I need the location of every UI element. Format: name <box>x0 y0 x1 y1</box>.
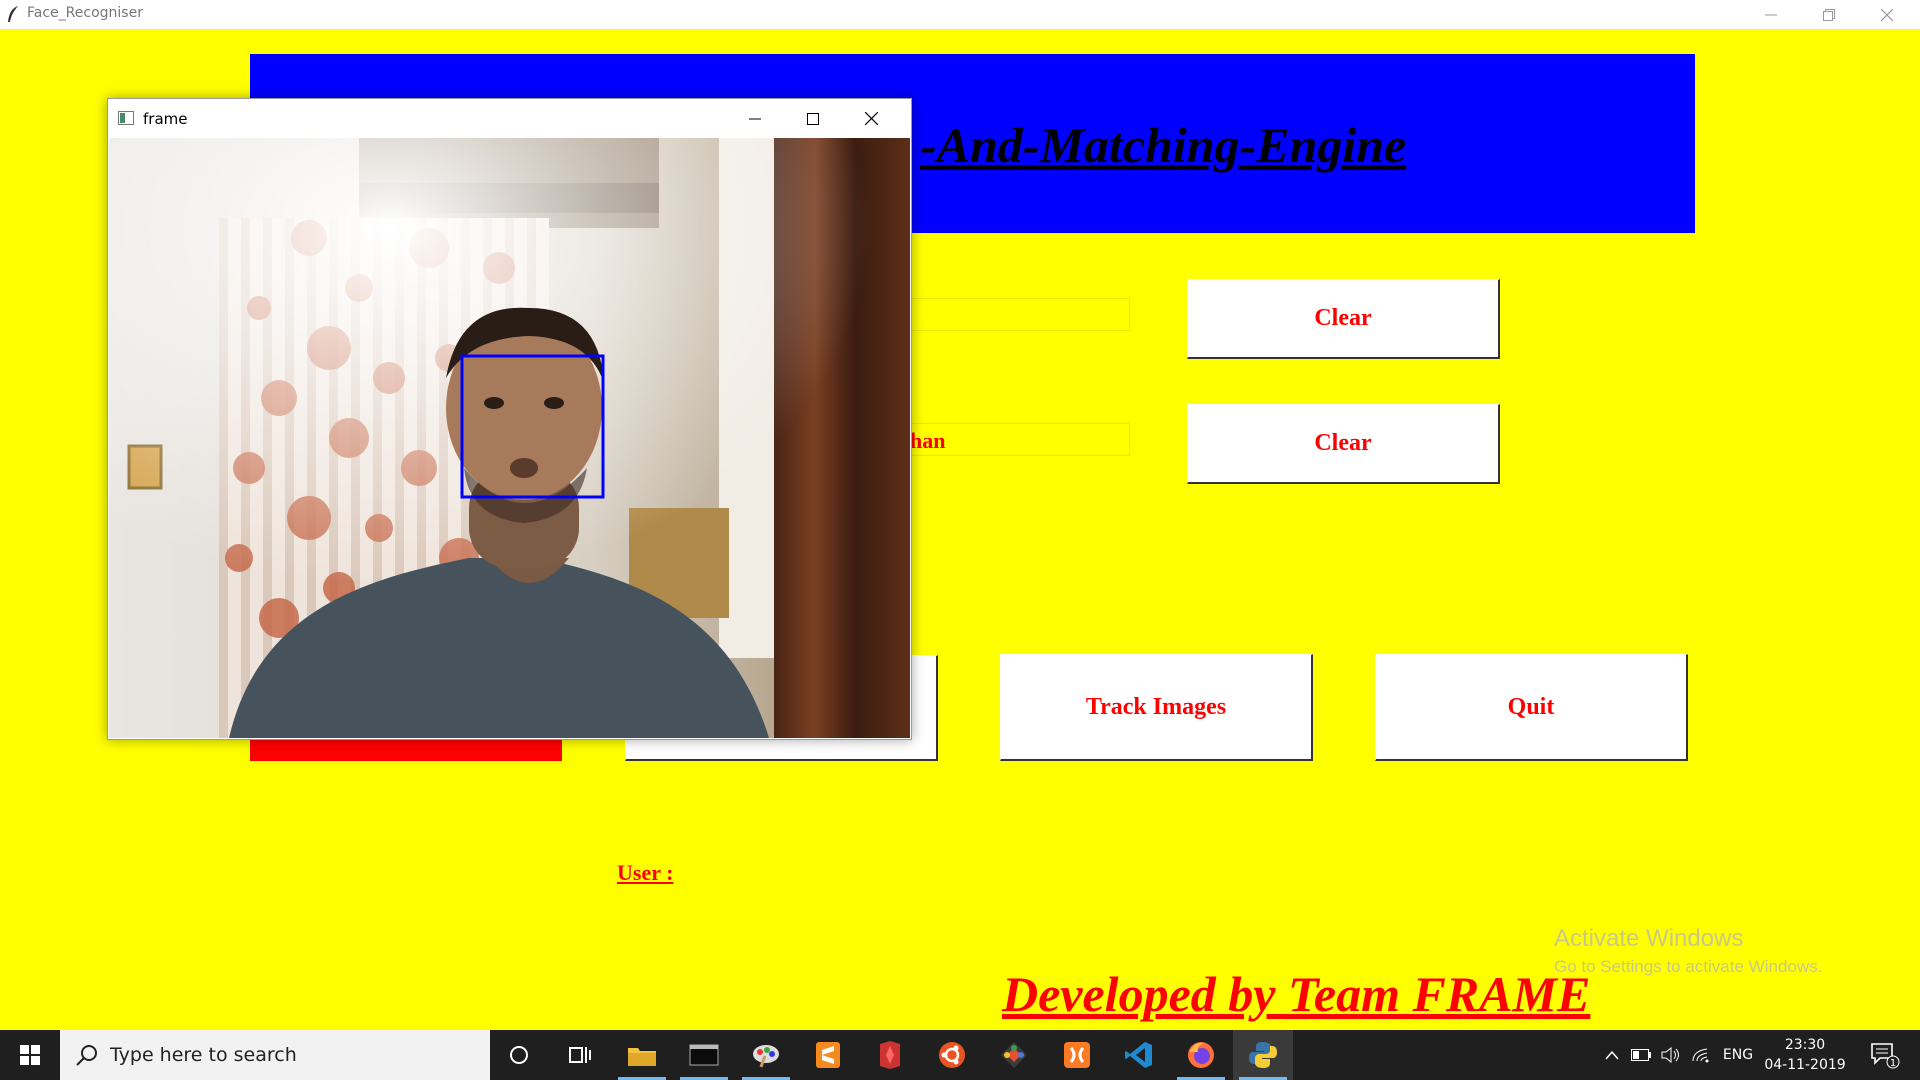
restore-button[interactable] <box>1800 0 1858 29</box>
close-button[interactable] <box>1858 0 1916 29</box>
firefox-icon <box>1188 1042 1214 1068</box>
clock-time: 23:30 <box>1784 1037 1826 1053</box>
wifi-icon <box>1692 1048 1709 1063</box>
search-icon <box>76 1045 97 1066</box>
taskbar-vscode[interactable] <box>1109 1030 1169 1080</box>
notification-count: 1 <box>1890 1058 1896 1069</box>
close-icon <box>864 112 878 125</box>
search-placeholder: Type here to search <box>110 1044 297 1066</box>
quit-button[interactable]: Quit <box>1375 654 1688 761</box>
clear-id-button[interactable]: Clear <box>1187 279 1500 359</box>
developer-credit: Developed by Team FRAME <box>1002 966 1591 1022</box>
tray-volume[interactable] <box>1656 1030 1686 1080</box>
vscode-icon <box>1125 1042 1152 1068</box>
activate-line-2: Go to Settings to activate Windows. <box>1554 957 1823 976</box>
window-titlebar: Face_Recogniser <box>0 0 1920 29</box>
cortana-icon <box>510 1046 528 1064</box>
maximize-icon <box>807 112 819 125</box>
close-icon <box>1881 8 1893 21</box>
track-images-button[interactable]: Track Images <box>1000 654 1313 761</box>
frame-title: frame <box>143 110 188 128</box>
taskbar-gitkraken[interactable] <box>860 1030 920 1080</box>
taskbar-terminal[interactable] <box>674 1030 734 1080</box>
clear-name-button[interactable]: Clear <box>1187 404 1500 484</box>
taskbar-cortana[interactable] <box>489 1030 549 1080</box>
feather-icon <box>8 6 18 22</box>
activate-line-1: Activate Windows <box>1554 925 1744 952</box>
action-center-button[interactable]: 1 <box>1860 1030 1910 1080</box>
tray-clock[interactable]: 23:30 04-11-2019 <box>1760 1035 1850 1075</box>
restore-icon <box>1823 8 1835 21</box>
frame-close-button[interactable] <box>842 99 900 138</box>
window-app-icon <box>118 111 134 125</box>
sublime-text-icon <box>816 1042 840 1068</box>
minimize-icon <box>1765 14 1777 15</box>
red-status-bar <box>250 738 562 761</box>
id-entry[interactable] <box>905 298 1130 331</box>
taskbar-file-explorer[interactable] <box>612 1030 672 1080</box>
paint-icon <box>753 1045 779 1068</box>
user-label: User : <box>617 860 674 885</box>
activate-windows-watermark: Activate Windows Go to Settings to activ… <box>1554 925 1822 977</box>
webcam-image <box>109 138 910 738</box>
task-view-icon <box>569 1047 591 1063</box>
windows-logo-icon <box>20 1045 40 1065</box>
taskbar-search[interactable]: Type here to search <box>60 1030 490 1080</box>
clock-date: 04-11-2019 <box>1764 1057 1846 1073</box>
frame-window[interactable]: frame <box>107 98 912 740</box>
taskbar-ubuntu[interactable] <box>922 1030 982 1080</box>
notification-icon: 1 <box>1871 1043 1900 1069</box>
name-entry-value: han <box>910 428 946 453</box>
chevron-up-icon <box>1605 1050 1619 1060</box>
taskbar-xampp[interactable] <box>1047 1030 1107 1080</box>
ubuntu-icon <box>939 1042 965 1068</box>
frame-maximize-button[interactable] <box>784 99 842 138</box>
battery-icon <box>1631 1049 1651 1061</box>
volume-icon <box>1661 1047 1679 1063</box>
python-icon <box>1249 1042 1277 1068</box>
taskbar-paint[interactable] <box>736 1030 796 1080</box>
taskbar: Type here to search ENG 23:30 04-11-2019… <box>0 1030 1920 1080</box>
frame-titlebar[interactable]: frame <box>108 99 911 138</box>
xampp-icon <box>1064 1042 1090 1068</box>
tray-show-hidden[interactable] <box>1598 1030 1626 1080</box>
taskbar-python[interactable] <box>1233 1030 1293 1080</box>
minimize-button[interactable] <box>1742 0 1800 29</box>
frame-minimize-button[interactable] <box>726 99 784 138</box>
taskbar-git[interactable] <box>984 1030 1044 1080</box>
start-button[interactable] <box>0 1030 60 1080</box>
file-explorer-icon <box>628 1048 656 1066</box>
tray-battery[interactable] <box>1626 1030 1656 1080</box>
banner-title: -And-Matching-Engine <box>920 117 1407 173</box>
window-title: Face_Recogniser <box>27 5 143 21</box>
tray-language[interactable]: ENG <box>1716 1030 1760 1080</box>
tray-network[interactable] <box>1686 1030 1716 1080</box>
git-kraken-icon <box>880 1041 900 1069</box>
taskbar-firefox[interactable] <box>1171 1030 1231 1080</box>
taskbar-sublime[interactable] <box>798 1030 858 1080</box>
webcam-feed <box>109 138 910 738</box>
taskbar-task-view[interactable] <box>550 1030 610 1080</box>
git-icon <box>1001 1042 1027 1068</box>
terminal-icon <box>689 1044 719 1066</box>
name-entry[interactable]: han <box>905 423 1130 456</box>
minimize-icon <box>749 118 761 119</box>
